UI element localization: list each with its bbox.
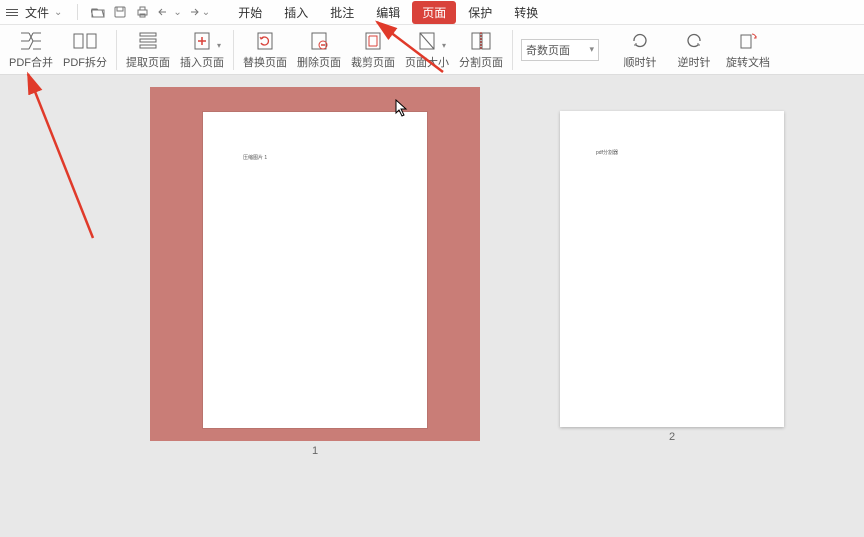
page-thumbnail-1[interactable]: 压缩图片 1 1 <box>150 87 480 537</box>
redo-icon[interactable] <box>186 5 200 19</box>
crop-page-button[interactable]: 裁剪页面 <box>346 26 400 74</box>
split-page-button[interactable]: 分割页面 <box>454 26 508 74</box>
ribbon: PDF合并 PDF拆分 提取页面 ▾ 插入页面 替换页面 删除页面 <box>0 25 864 75</box>
pagesize-icon: ▾ <box>414 30 440 52</box>
separator <box>233 30 234 70</box>
file-menu[interactable]: 文件 <box>25 4 49 21</box>
dropdown-value: 奇数页面 <box>526 42 570 58</box>
splitpage-icon <box>468 30 494 52</box>
page-size-button[interactable]: ▾ 页面大小 <box>400 26 454 74</box>
tab-start[interactable]: 开始 <box>228 1 272 24</box>
crop-icon <box>360 30 386 52</box>
save-icon[interactable] <box>113 5 127 19</box>
rotate-doc-icon <box>735 30 761 52</box>
tool-label: 插入页面 <box>180 54 224 70</box>
undo-chevron-icon[interactable]: ⌄ <box>173 7 181 18</box>
tool-label: PDF拆分 <box>63 54 107 70</box>
tab-edit[interactable]: 编辑 <box>366 1 410 24</box>
pdf-merge-button[interactable]: PDF合并 <box>4 26 58 74</box>
separator <box>77 4 78 20</box>
page-text: 压缩图片 1 <box>243 154 267 161</box>
print-icon[interactable] <box>135 5 149 19</box>
rotate-ccw-button[interactable]: 逆时针 <box>667 26 721 74</box>
insert-page-button[interactable]: ▾ 插入页面 <box>175 26 229 74</box>
pdf-split-button[interactable]: PDF拆分 <box>58 26 112 74</box>
workspace: 压缩图片 1 1 pdf分割器 2 <box>0 75 864 537</box>
rotate-cw-button[interactable]: 顺时针 <box>613 26 667 74</box>
tab-strip: 开始 插入 批注 编辑 页面 保护 转换 <box>228 1 548 24</box>
tab-protect[interactable]: 保护 <box>458 1 502 24</box>
replace-icon <box>252 30 278 52</box>
tab-page[interactable]: 页面 <box>412 1 456 24</box>
page-content: pdf分割器 <box>560 111 784 427</box>
tool-label: 裁剪页面 <box>351 54 395 70</box>
page-number: 1 <box>312 445 318 457</box>
menu-bar: 文件 ⌄ ⌄ ⌄ 开始 插入 批注 编辑 页面 <box>0 0 864 25</box>
rotate-doc-button[interactable]: 旋转文档 <box>721 26 775 74</box>
separator <box>512 30 513 70</box>
tab-convert[interactable]: 转换 <box>504 1 548 24</box>
replace-page-button[interactable]: 替换页面 <box>238 26 292 74</box>
tool-label: 删除页面 <box>297 54 341 70</box>
tool-label: 分割页面 <box>459 54 503 70</box>
open-icon[interactable] <box>91 5 105 19</box>
tool-label: 提取页面 <box>126 54 170 70</box>
chevron-down-icon: ▾ <box>442 41 446 50</box>
tool-label: 顺时针 <box>624 54 657 70</box>
delete-icon <box>306 30 332 52</box>
undo-icon[interactable] <box>157 5 171 19</box>
tool-label: 替换页面 <box>243 54 287 70</box>
extract-icon <box>135 30 161 52</box>
merge-icon <box>18 30 44 52</box>
tool-label: 旋转文档 <box>726 54 770 70</box>
tool-label: PDF合并 <box>9 54 53 70</box>
page-thumbnail-2[interactable]: pdf分割器 2 <box>560 111 784 537</box>
split-icon <box>72 30 98 52</box>
page-selection-highlight: 压缩图片 1 <box>150 87 480 441</box>
rotate-cw-icon <box>627 30 653 52</box>
extract-page-button[interactable]: 提取页面 <box>121 26 175 74</box>
tool-label: 页面大小 <box>405 54 449 70</box>
chevron-down-icon: ▾ <box>589 44 594 55</box>
page-layout-dropdown[interactable]: 奇数页面 ▾ <box>521 39 599 61</box>
page-text: pdf分割器 <box>596 149 618 156</box>
tab-annotate[interactable]: 批注 <box>320 1 364 24</box>
redo-chevron-icon[interactable]: ⌄ <box>202 7 210 18</box>
menu-icon[interactable] <box>4 9 20 16</box>
insert-icon: ▾ <box>189 30 215 52</box>
delete-page-button[interactable]: 删除页面 <box>292 26 346 74</box>
tab-insert[interactable]: 插入 <box>274 1 318 24</box>
separator <box>116 30 117 70</box>
page-content: 压缩图片 1 <box>203 112 427 428</box>
chevron-down-icon: ▾ <box>217 41 221 50</box>
tool-label: 逆时针 <box>678 54 711 70</box>
file-chevron-icon[interactable]: ⌄ <box>54 7 62 18</box>
page-number: 2 <box>669 431 675 443</box>
rotate-ccw-icon <box>681 30 707 52</box>
